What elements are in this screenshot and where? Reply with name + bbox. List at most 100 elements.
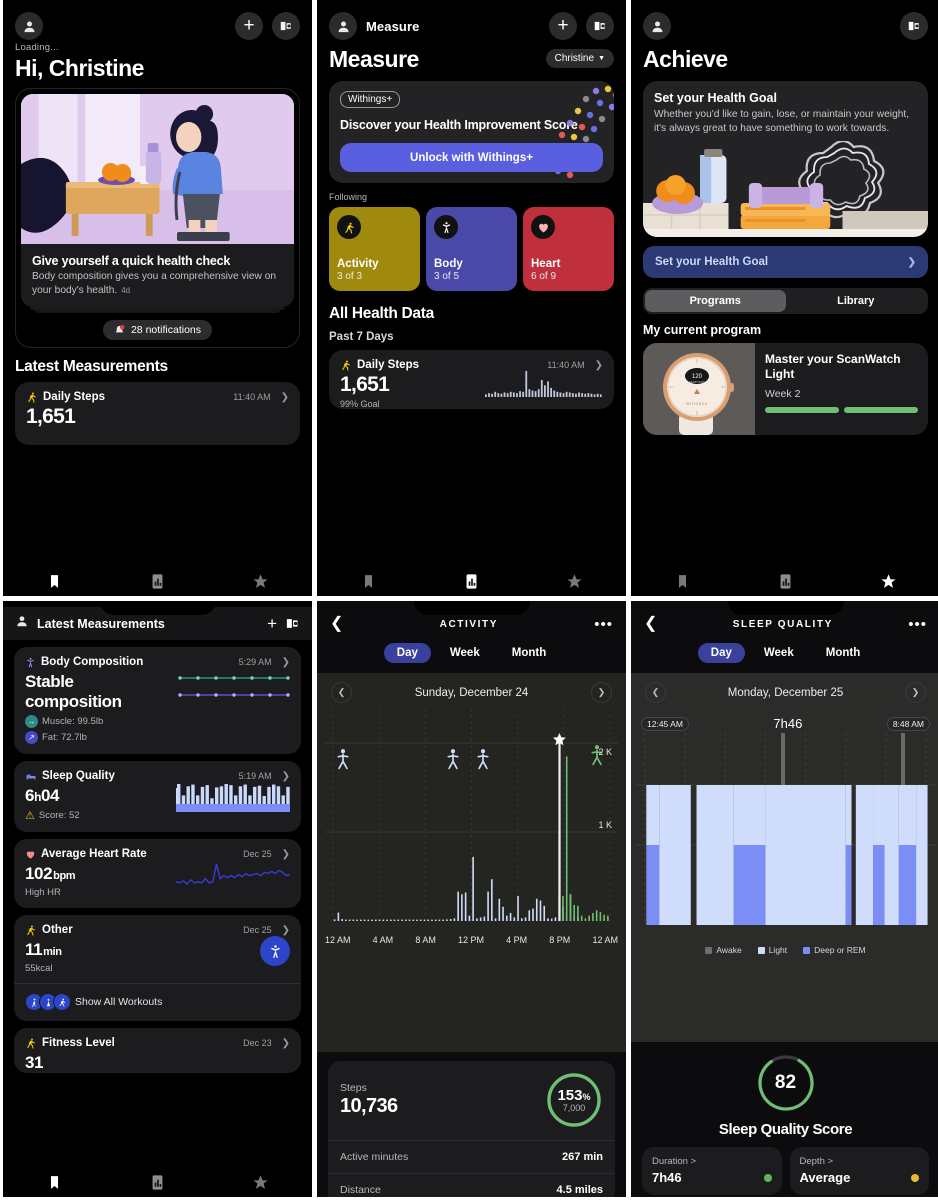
panel-measure: Measure + Measure Christine ▼ Withings+ … xyxy=(317,0,626,596)
profile-avatar[interactable] xyxy=(15,12,43,40)
daily-steps-card[interactable]: Daily Steps 11:40 AM ❯ 1,651 99% Goal xyxy=(329,350,614,410)
phone-notch xyxy=(727,601,844,615)
profile-avatar[interactable] xyxy=(329,12,357,40)
current-program-card[interactable]: 120 HEART RATE WITHINGS Master your Scan… xyxy=(643,343,928,436)
runner-icon xyxy=(342,360,350,371)
card-depth[interactable]: Depth > Average xyxy=(789,1147,929,1195)
previous-day-button[interactable]: ❮ xyxy=(645,682,666,703)
tab-week[interactable]: Week xyxy=(437,643,493,663)
panel-activity: ❮ ACTIVITY ••• Day Week Month ❮ Sunday, … xyxy=(317,601,626,1197)
more-options-icon[interactable]: ••• xyxy=(908,617,927,632)
lm-tabbar[interactable] xyxy=(3,1167,312,1197)
user-selector-chip[interactable]: Christine ▼ xyxy=(545,49,614,69)
card-body: Stable composition → Muscle: 99.5lb ↗ Fa… xyxy=(25,668,290,744)
tab-month[interactable]: Month xyxy=(813,643,873,663)
runner-icon xyxy=(28,392,36,403)
sleep-range-tabs[interactable]: Day Week Month xyxy=(631,637,938,673)
notifications-pill[interactable]: 28 notifications xyxy=(102,320,213,341)
chevron-right-icon: ❯ xyxy=(281,924,290,936)
show-all-workouts-row[interactable]: Show All Workouts xyxy=(25,984,290,1011)
depth-status-dot xyxy=(911,1173,919,1182)
body-composition-chart xyxy=(170,668,290,705)
header-title: SLEEP QUALITY xyxy=(732,618,833,630)
profile-avatar[interactable] xyxy=(15,614,29,633)
segment-programs[interactable]: Programs xyxy=(645,290,786,313)
tab-achieve[interactable] xyxy=(236,1169,286,1195)
achieve-tabbar[interactable] xyxy=(631,566,938,596)
chevron-right-icon: ❯ xyxy=(281,848,290,860)
daily-steps-card[interactable]: Daily Steps 11:40 AM ❯ 1,651 xyxy=(15,382,300,446)
next-day-button[interactable]: ❯ xyxy=(904,682,926,703)
tab-achieve[interactable] xyxy=(550,568,600,594)
health-check-hero[interactable]: Give yourself a quick health check Body … xyxy=(15,88,300,349)
page-title: Measure xyxy=(329,46,419,72)
hero-heading: Give yourself a quick health check xyxy=(32,254,231,269)
hero-card[interactable]: Give yourself a quick health check Body … xyxy=(21,94,294,308)
tab-measure[interactable] xyxy=(133,568,183,594)
sleep-hypnogram[interactable] xyxy=(631,733,938,938)
health-goal-card[interactable]: Set your Health Goal Whether you'd like … xyxy=(643,81,928,238)
back-button[interactable]: ❮ xyxy=(330,616,343,632)
set-health-goal-button[interactable]: Set your Health Goal ❯ xyxy=(643,246,928,279)
unlock-button[interactable]: Unlock with Withings+ xyxy=(340,143,603,173)
card-body: 102bpm High HR xyxy=(25,860,290,898)
tab-home[interactable] xyxy=(658,568,708,594)
device-sync-icon[interactable] xyxy=(285,616,300,631)
tile-heart[interactable]: Heart 6 of 9 xyxy=(523,207,614,292)
health-goal-text: Set your Health Goal Whether you'd like … xyxy=(643,81,928,141)
tab-day[interactable]: Day xyxy=(383,643,431,663)
tab-home[interactable] xyxy=(30,1169,80,1195)
achieve-segmented-control[interactable]: Programs Library xyxy=(643,288,928,315)
activity-range-tabs[interactable]: Day Week Month xyxy=(317,637,626,673)
tab-day[interactable]: Day xyxy=(697,643,745,663)
add-button[interactable]: + xyxy=(549,12,577,40)
tab-achieve[interactable] xyxy=(864,568,914,594)
running-icon xyxy=(53,993,71,1011)
tab-measure[interactable] xyxy=(761,568,811,594)
card-body-composition[interactable]: Body Composition 5:29 AM ❯ Stable compos… xyxy=(14,647,301,754)
tab-month[interactable]: Month xyxy=(499,643,559,663)
daily-steps-time: 11:40 AM xyxy=(547,360,585,371)
latest-measurements-heading-wrap: Latest Measurements xyxy=(3,348,312,376)
home-tabbar[interactable] xyxy=(3,566,312,596)
card-fitness-level[interactable]: Fitness Level Dec 23 ❯ 31 xyxy=(14,1028,301,1073)
card-other-workout[interactable]: Other Dec 25 ❯ 11min 55kcal Show All Wor… xyxy=(14,915,301,1021)
tab-home[interactable] xyxy=(30,568,80,594)
sleep-detail-cards: Duration > 7h46 Depth > Average xyxy=(631,1138,938,1195)
tab-week[interactable]: Week xyxy=(751,643,807,663)
daily-steps-header: Daily Steps 11:40 AM ❯ xyxy=(26,391,289,403)
activity-date: Sunday, December 24 xyxy=(414,686,529,699)
back-button[interactable]: ❮ xyxy=(644,616,657,632)
device-sync-icon[interactable] xyxy=(272,12,300,40)
profile-avatar[interactable] xyxy=(643,12,671,40)
distance-row: Distance 4.5 miles xyxy=(328,1173,615,1197)
segment-library[interactable]: Library xyxy=(786,290,927,312)
xtick-3: 12 PM xyxy=(457,935,484,945)
activity-chart[interactable]: 1 K 2 K xyxy=(317,709,626,932)
device-sync-icon[interactable] xyxy=(900,12,928,40)
device-sync-icon[interactable] xyxy=(586,12,614,40)
measure-tabbar[interactable] xyxy=(317,566,626,596)
tile-activity[interactable]: Activity 3 of 3 xyxy=(329,207,420,292)
next-day-button[interactable]: ❯ xyxy=(590,682,612,703)
add-button[interactable]: + xyxy=(267,615,277,632)
withings-plus-promo[interactable]: Withings+ Discover your Health Improveme… xyxy=(329,81,614,184)
tab-home[interactable] xyxy=(344,568,394,594)
loading-status: Loading... xyxy=(15,42,59,53)
tab-measure[interactable] xyxy=(133,1169,183,1195)
tab-achieve[interactable] xyxy=(236,568,286,594)
card-average-heart-rate[interactable]: Average Heart Rate Dec 25 ❯ 102bpm High … xyxy=(14,839,301,908)
duration-value: 7h46 xyxy=(652,1170,682,1185)
steps-goal-ring: 153% 7,000 xyxy=(545,1071,603,1129)
tab-measure[interactable] xyxy=(447,568,497,594)
previous-day-button[interactable]: ❮ xyxy=(331,682,352,703)
add-button[interactable]: + xyxy=(235,12,263,40)
tile-body[interactable]: Body 3 of 5 xyxy=(426,207,517,292)
card-sleep-quality[interactable]: Sleep Quality 5:19 AM ❯ 6h04 ⚠ Score: 52 xyxy=(14,761,301,832)
hero-timestamp: 4d xyxy=(121,285,131,295)
chevron-right-icon: ❯ xyxy=(594,359,603,371)
more-options-icon[interactable]: ••• xyxy=(594,617,613,632)
activity-stats-card[interactable]: Steps 10,736 153% 7,000 Active minutes 2… xyxy=(328,1061,615,1197)
depth-label: Depth > xyxy=(799,1156,834,1167)
card-duration[interactable]: Duration > 7h46 xyxy=(642,1147,782,1195)
